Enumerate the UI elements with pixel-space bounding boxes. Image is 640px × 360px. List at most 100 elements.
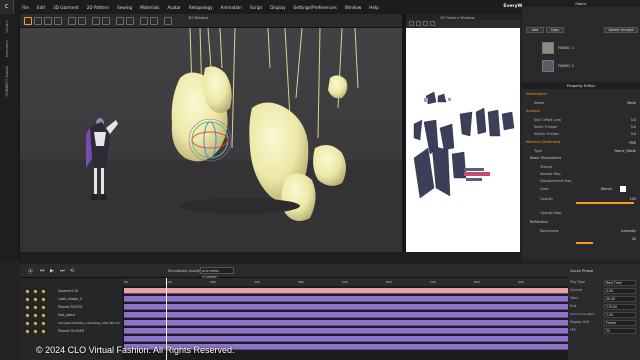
sim-dot[interactable] xyxy=(42,298,45,301)
visibility-dot[interactable] xyxy=(26,290,29,293)
fabric-item[interactable]: FABRIC 1 xyxy=(542,40,638,58)
prop-value[interactable]: 3.0 xyxy=(631,125,636,129)
section-basic-parameters[interactable]: Basic Parameters xyxy=(530,156,561,160)
sim-dot[interactable] xyxy=(42,306,45,309)
visibility-dot[interactable] xyxy=(26,306,29,309)
play-icon[interactable]: ▶ xyxy=(50,268,54,274)
2d-edit-icon[interactable] xyxy=(416,21,421,26)
measure-icon[interactable] xyxy=(102,17,110,25)
gpu-sim-icon[interactable] xyxy=(78,17,86,25)
track-bar[interactable] xyxy=(124,296,568,302)
sim-dot[interactable] xyxy=(42,290,45,293)
select-tool-icon[interactable] xyxy=(24,17,32,25)
menu-materials[interactable]: Materials xyxy=(140,5,159,10)
lock-dot[interactable] xyxy=(34,306,37,309)
menu-edit[interactable]: Edit xyxy=(37,5,45,10)
section-surface[interactable]: Surface xyxy=(526,109,540,113)
tab-inventory[interactable]: Inventory xyxy=(5,40,9,57)
sim-quality-dropdown[interactable]: Animation (Custom) xyxy=(200,267,234,279)
lock-dot[interactable] xyxy=(34,298,37,301)
button-tool-icon[interactable] xyxy=(140,17,148,25)
copy-fabric-button[interactable]: Copy xyxy=(546,27,564,33)
record-icon[interactable]: ⦿ xyxy=(28,268,33,275)
3d-viewport[interactable] xyxy=(20,28,402,252)
simulate-icon[interactable] xyxy=(68,17,76,25)
lock-dot[interactable] xyxy=(34,314,37,317)
prop-value[interactable]: 100 xyxy=(630,197,636,201)
menu-script[interactable]: Script xyxy=(250,5,262,10)
2d-pattern-viewport[interactable] xyxy=(406,28,520,252)
menu-sewing[interactable]: Sewing xyxy=(117,5,132,10)
pin-tool-icon[interactable] xyxy=(54,17,62,25)
sim-dot[interactable] xyxy=(42,314,45,317)
track-bar[interactable] xyxy=(124,312,568,318)
sim-dot[interactable] xyxy=(42,330,45,333)
qp-value[interactable]: Frame xyxy=(604,320,636,326)
roughness-slider[interactable] xyxy=(576,242,594,244)
menu-help[interactable]: Help xyxy=(369,5,379,10)
track-row[interactable]: Pinned GLOVES xyxy=(20,328,122,335)
menu-animation[interactable]: Animation xyxy=(221,5,242,10)
track-bar[interactable] xyxy=(124,328,568,334)
menu-file[interactable]: File xyxy=(22,5,29,10)
track-bar[interactable] xyxy=(124,320,568,326)
prop-value[interactable]: 30 xyxy=(632,237,636,241)
lock-dot[interactable] xyxy=(34,290,37,293)
material-dropdown-value[interactable]: PBR xyxy=(629,141,636,145)
menu-settings[interactable]: Settings/Preferences xyxy=(294,5,337,10)
qp-value[interactable]: 170.00 xyxy=(604,304,636,310)
avatar-tool-icon[interactable] xyxy=(164,17,172,25)
qp-value[interactable]: 30 xyxy=(604,328,636,334)
track-row[interactable]: Pinned ROOTS xyxy=(20,304,122,311)
delete-unused-button[interactable]: Delete Unused xyxy=(604,27,638,33)
menu-window[interactable]: Window xyxy=(345,5,362,10)
menu-avatar[interactable]: Avatar xyxy=(167,5,181,10)
qp-value[interactable]: 1.00 xyxy=(604,312,636,318)
prop-value[interactable]: Mesh xyxy=(627,101,636,105)
section-reflection[interactable]: Reflection xyxy=(530,220,548,224)
zipper-tool-icon[interactable] xyxy=(150,17,158,25)
2d-rectangle-icon[interactable] xyxy=(430,21,435,26)
track-bar-highlight[interactable] xyxy=(124,288,568,294)
prop-value[interactable]: Fabric_Matte xyxy=(614,149,636,153)
app-logo[interactable]: C xyxy=(0,0,14,14)
track-row[interactable]: cloth_shape_2 xyxy=(20,296,122,303)
menu-2d-pattern[interactable]: 2D Pattern xyxy=(87,5,109,10)
add-fabric-button[interactable]: Add xyxy=(526,27,544,33)
menu-3d-garment[interactable]: 3D Garment xyxy=(53,5,79,10)
prop-value[interactable]: 3.0 xyxy=(631,132,636,136)
fold-tool-icon[interactable] xyxy=(44,17,52,25)
opacity-slider[interactable] xyxy=(576,202,634,204)
lock-dot[interactable] xyxy=(34,322,37,325)
time-ruler[interactable]: 90 100 200 300 400 500 600 700 800 900 xyxy=(122,278,568,286)
qp-value[interactable]: 0.00 xyxy=(604,288,636,294)
fabric-item[interactable]: FABRIC 2 xyxy=(542,58,638,76)
visibility-dot[interactable] xyxy=(26,330,29,333)
qp-value[interactable]: Real Time xyxy=(604,280,636,286)
sim-dot[interactable] xyxy=(42,322,45,325)
track-bar[interactable] xyxy=(124,336,568,342)
color-swatch[interactable] xyxy=(620,186,626,192)
move-tool-icon[interactable] xyxy=(34,17,42,25)
menu-display[interactable]: Display xyxy=(270,5,285,10)
visibility-dot[interactable] xyxy=(26,314,29,317)
visibility-dot[interactable] xyxy=(26,322,29,325)
tab-library[interactable]: Library xyxy=(5,20,9,33)
material-dropdown[interactable]: PBR xyxy=(526,140,638,147)
track-row[interactable]: HairnetAndFeather_Cutoutflag_v001.002.00 xyxy=(20,320,122,327)
prop-value[interactable]: 3.0 xyxy=(631,118,636,122)
menu-retopology[interactable]: Retopology xyxy=(189,5,213,10)
lock-dot[interactable] xyxy=(34,330,37,333)
track-row[interactable]: Garment 10 xyxy=(20,288,122,295)
track-row[interactable]: Hat_piece xyxy=(20,312,122,319)
first-frame-icon[interactable]: ⏮ xyxy=(40,268,45,274)
track-bar[interactable] xyxy=(124,304,568,310)
prop-value[interactable]: Intensity xyxy=(621,229,636,233)
visibility-dot[interactable] xyxy=(26,298,29,301)
next-frame-icon[interactable]: ⏭ xyxy=(60,268,65,274)
2d-polygon-icon[interactable] xyxy=(423,21,428,26)
loop-icon[interactable]: ⟲ xyxy=(70,268,74,274)
brush-icon[interactable] xyxy=(116,17,124,25)
section-information[interactable]: Information xyxy=(526,92,547,96)
tack-icon[interactable] xyxy=(92,17,100,25)
